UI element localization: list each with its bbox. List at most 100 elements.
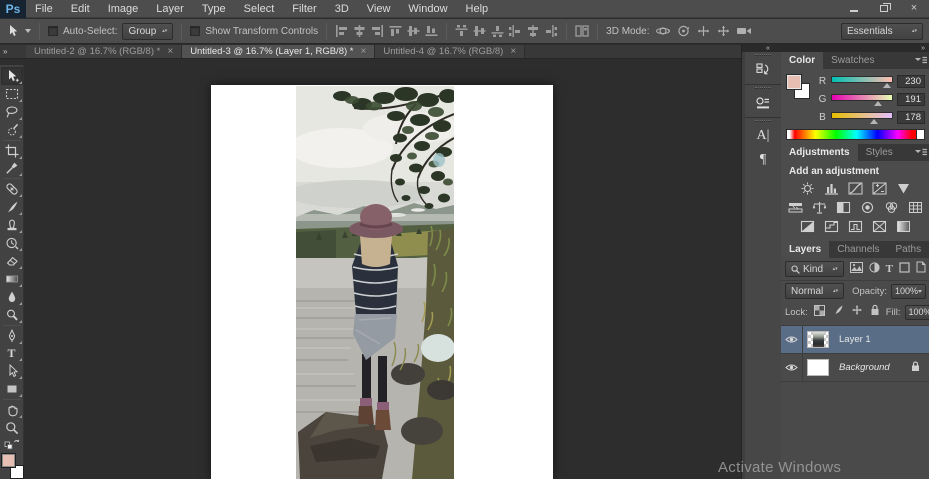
menu-edit[interactable]: Edit [62,0,99,18]
spectrum-white-cap[interactable] [916,130,924,139]
layer-visibility-toggle[interactable] [781,326,803,353]
menu-help[interactable]: Help [457,0,498,18]
layer-row-layer-1[interactable]: Layer 1 [781,326,929,354]
drag-grip[interactable] [755,54,771,56]
lock-position-icon[interactable] [851,303,863,321]
expand-panels-icon[interactable]: » [921,45,925,52]
auto-select-group-dropdown[interactable]: Group ▴▾ [122,22,174,40]
tool-path-selection[interactable] [1,362,23,380]
tool-eraser[interactable] [1,252,23,270]
foreground-color-swatch[interactable] [0,453,16,469]
opacity-dropdown[interactable]: 100% [890,283,926,299]
align-bottom-edges-icon[interactable] [425,25,438,37]
red-slider-thumb[interactable] [882,83,891,88]
tab-swatches[interactable]: Swatches [823,52,882,69]
adjustment-invert-icon[interactable] [799,219,816,233]
lock-image-pixels-icon[interactable] [832,303,844,321]
adjustment-channel-mixer-icon[interactable] [883,200,900,214]
tab-untitled-3[interactable]: Untitled-3 @ 16.7% (Layer 1, RGB/8) * × [182,45,376,58]
blue-slider-thumb[interactable] [870,119,879,124]
align-top-edges-icon[interactable] [389,25,402,37]
menu-select[interactable]: Select [235,0,284,18]
align-vertical-centers-icon[interactable] [407,25,420,37]
3d-scale-camera-icon[interactable] [736,25,753,37]
tool-horizontal-type[interactable]: T [1,345,23,363]
tab-close-icon[interactable]: × [167,46,173,57]
character-panel-icon[interactable]: A| [751,126,775,146]
tool-zoom[interactable] [1,419,23,437]
tool-brush[interactable] [1,198,23,216]
green-slider[interactable] [831,93,893,106]
properties-panel-icon[interactable] [751,93,775,113]
lock-all-icon[interactable] [870,303,880,321]
tab-channels[interactable]: Channels [829,241,887,258]
red-value-field[interactable]: 230 [897,74,925,88]
red-slider[interactable] [831,75,893,88]
tab-untitled-2[interactable]: Untitled-2 @ 16.7% (RGB/8) * × [26,45,183,58]
adjustment-threshold-icon[interactable] [847,219,864,233]
tool-dodge[interactable] [1,306,23,324]
menu-layer[interactable]: Layer [147,0,193,18]
tool-spot-healing-brush[interactable] [1,180,23,198]
adjustment-color-lookup-icon[interactable] [907,200,924,214]
tab-close-icon[interactable]: × [360,46,366,57]
filter-smart-object-icon[interactable] [916,260,926,278]
tab-adjustments[interactable]: Adjustments [781,144,858,161]
tools-panel-header[interactable] [0,59,24,65]
distribute-left-edges-icon[interactable] [509,25,522,37]
distribute-horizontal-centers-icon[interactable] [527,25,540,37]
distribute-right-edges-icon[interactable] [545,25,558,37]
auto-select-checkbox[interactable] [48,26,58,36]
history-panel-icon[interactable] [751,60,775,80]
layer-1-thumbnail[interactable] [807,331,829,348]
tool-rectangle[interactable] [1,380,23,398]
adjustment-selective-color-icon[interactable] [895,219,912,233]
align-right-edges-icon[interactable] [371,25,384,37]
tool-eyedropper[interactable] [1,160,23,178]
auto-align-layers-icon[interactable] [575,25,589,37]
adjustment-vibrance-icon[interactable] [895,181,912,195]
adjustment-hue-saturation-icon[interactable] [787,200,804,214]
lock-transparent-pixels-icon[interactable] [813,303,825,321]
background-thumbnail[interactable] [807,359,829,376]
panel-menu-icon[interactable] [915,144,929,161]
menu-filter[interactable]: Filter [283,0,325,18]
adjustment-photo-filter-icon[interactable] [859,200,876,214]
adjustment-curves-icon[interactable] [847,181,864,195]
distribute-top-edges-icon[interactable] [455,25,468,37]
3d-drag-icon[interactable] [696,24,711,38]
tool-history-brush[interactable] [1,234,23,252]
tool-crop[interactable] [1,142,23,160]
tab-paths[interactable]: Paths [888,241,929,258]
menu-file[interactable]: File [26,0,62,18]
tab-layers[interactable]: Layers [781,241,830,258]
blue-value-field[interactable]: 178 [897,110,925,124]
photo-layer-image[interactable] [286,86,459,479]
filter-adjustment-layers-icon[interactable] [869,260,880,278]
workspace-dropdown[interactable]: Essentials ▴▾ [841,22,923,40]
tab-close-icon[interactable]: × [510,46,516,57]
drag-grip[interactable] [755,87,771,89]
filter-shape-layers-icon[interactable] [899,260,910,278]
fill-dropdown[interactable]: 100% [904,304,929,320]
tool-clone-stamp[interactable] [1,216,23,234]
tool-rectangular-marquee[interactable] [1,85,23,103]
filter-kind-dropdown[interactable]: Kind ▴▾ [785,261,844,277]
adjustment-levels-icon[interactable] [823,181,840,195]
layer-visibility-toggle[interactable] [781,354,803,381]
paragraph-panel-icon[interactable]: ¶ [751,150,775,170]
layer-row-background[interactable]: Background [781,354,929,382]
menu-window[interactable]: Window [399,0,456,18]
3d-slide-icon[interactable] [716,24,731,38]
tab-color[interactable]: Color [781,52,824,69]
tab-styles[interactable]: Styles [858,144,901,161]
align-left-edges-icon[interactable] [335,25,348,37]
panel-menu-icon[interactable] [915,52,929,69]
show-transform-controls-checkbox[interactable] [190,26,201,36]
drag-grip[interactable] [755,120,771,122]
blue-slider[interactable] [831,111,893,124]
adjustment-exposure-icon[interactable] [871,181,888,195]
default-and-swap-colors[interactable] [1,437,23,451]
close-button[interactable]: × [899,0,929,16]
blend-mode-dropdown[interactable]: Normal ▴▾ [785,283,845,299]
